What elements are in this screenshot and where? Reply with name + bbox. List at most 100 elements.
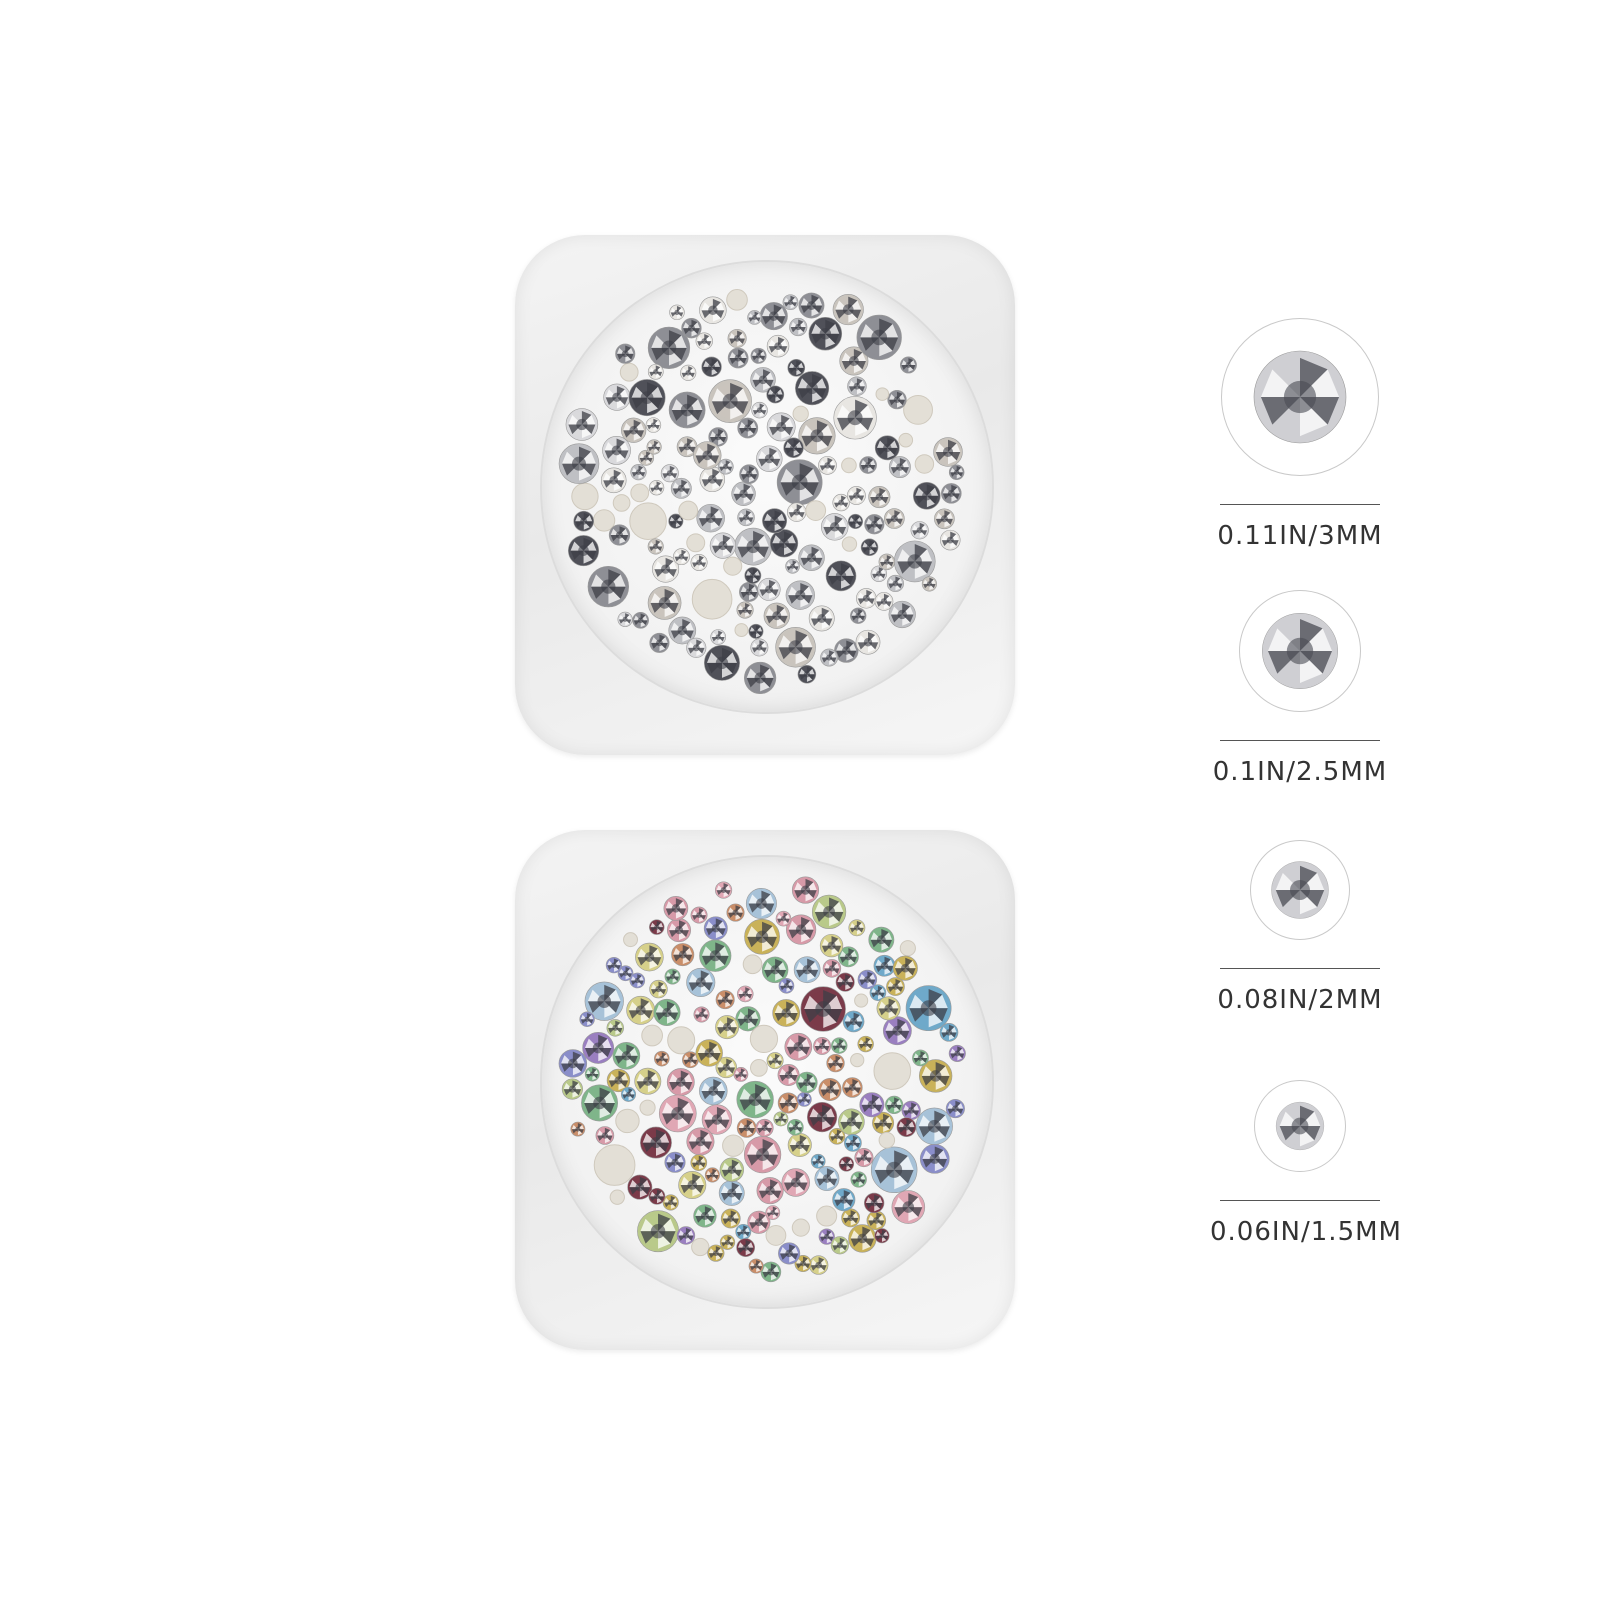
rhinestone bbox=[857, 1035, 874, 1053]
rhinestone bbox=[939, 1022, 959, 1042]
rhinestone bbox=[797, 665, 817, 684]
rhinestone bbox=[699, 939, 732, 972]
rhinestone bbox=[648, 1187, 666, 1205]
rhinestone bbox=[648, 479, 665, 496]
rhinestone bbox=[703, 916, 728, 941]
rhinestone bbox=[842, 1010, 865, 1033]
rhinestone bbox=[710, 629, 727, 645]
rhinestone bbox=[850, 1171, 867, 1188]
rhinestone bbox=[686, 967, 716, 997]
flatback-stone bbox=[734, 623, 749, 638]
rhinestone bbox=[680, 364, 697, 381]
rhinestone bbox=[649, 919, 665, 935]
rhinestone bbox=[811, 894, 847, 929]
rhinestone bbox=[901, 1100, 921, 1121]
rhinestone bbox=[905, 985, 952, 1032]
rhinestone bbox=[783, 437, 804, 458]
rhinestone bbox=[739, 464, 759, 484]
rhinestone bbox=[640, 1126, 672, 1159]
rhinestone bbox=[756, 445, 783, 472]
rhinestone bbox=[612, 1042, 641, 1070]
color-gems-layer bbox=[558, 876, 966, 1283]
rhinestone bbox=[896, 1117, 917, 1137]
flatback-stone bbox=[898, 432, 914, 448]
rhinestone bbox=[1253, 350, 1347, 444]
rhinestone bbox=[888, 600, 916, 629]
gem-illustration bbox=[1262, 613, 1338, 689]
flatback-stone bbox=[723, 556, 743, 576]
rhinestone bbox=[873, 954, 896, 977]
rhinestone bbox=[789, 317, 808, 337]
rhinestone bbox=[737, 508, 755, 527]
rhinestone bbox=[884, 508, 905, 529]
rhinestone bbox=[736, 1238, 756, 1257]
rhinestone bbox=[715, 990, 735, 1010]
rhinestone bbox=[785, 558, 800, 574]
rhinestone bbox=[558, 1049, 588, 1078]
rhinestone bbox=[658, 1094, 697, 1133]
rhinestone bbox=[778, 1242, 801, 1265]
rhinestone bbox=[763, 602, 790, 629]
rhinestone bbox=[673, 548, 690, 566]
rhinestone bbox=[785, 580, 815, 610]
clear-rhinestone-jar bbox=[515, 235, 1015, 755]
rhinestone bbox=[739, 581, 759, 602]
rhinestone bbox=[848, 919, 866, 937]
flatback-stone bbox=[691, 1237, 710, 1257]
rhinestone bbox=[882, 1016, 912, 1046]
rhinestone bbox=[838, 1156, 855, 1172]
rhinestone bbox=[714, 881, 733, 899]
rhinestone bbox=[693, 441, 722, 470]
clear-gems-layer bbox=[558, 289, 965, 695]
rhinestone bbox=[847, 486, 866, 505]
rhinestone bbox=[778, 977, 795, 994]
rhinestone bbox=[874, 592, 894, 611]
rhinestone bbox=[835, 972, 855, 992]
flatback-stone bbox=[691, 578, 733, 620]
rhinestone bbox=[868, 926, 895, 953]
rhinestone bbox=[717, 458, 734, 475]
flatback-stone bbox=[629, 502, 667, 540]
rhinestone bbox=[615, 343, 636, 364]
size-gem-icon bbox=[1239, 590, 1361, 712]
rhinestone bbox=[769, 529, 799, 558]
rhinestone bbox=[654, 1050, 670, 1067]
size-item-3mm: 0.11IN/3MM bbox=[1210, 318, 1390, 551]
rhinestone bbox=[796, 1091, 812, 1107]
rhinestone bbox=[573, 510, 594, 532]
flatback-stone bbox=[593, 1144, 636, 1186]
rhinestone bbox=[806, 1101, 838, 1133]
rhinestone bbox=[1271, 861, 1329, 919]
rhinestone bbox=[647, 363, 664, 380]
rhinestone bbox=[766, 385, 785, 404]
flatback-stone bbox=[841, 536, 858, 552]
flatback-stone bbox=[639, 1099, 656, 1116]
rhinestone bbox=[948, 464, 965, 481]
rhinestone bbox=[859, 1092, 885, 1118]
rhinestone bbox=[860, 538, 879, 557]
rhinestone bbox=[715, 1015, 740, 1040]
rhinestone bbox=[892, 955, 918, 981]
rhinestone bbox=[856, 314, 902, 361]
rhinestone bbox=[876, 996, 901, 1021]
rhinestone bbox=[595, 1126, 615, 1145]
rhinestone bbox=[686, 637, 707, 658]
rhinestone bbox=[814, 1166, 840, 1192]
rhinestone bbox=[747, 310, 762, 325]
flatback-stone bbox=[615, 1108, 640, 1134]
flatback-stone bbox=[686, 533, 706, 553]
rhinestone bbox=[888, 456, 911, 479]
rhinestone bbox=[745, 888, 777, 920]
size-divider bbox=[1220, 1200, 1380, 1201]
rhinestone bbox=[719, 1157, 745, 1182]
flatback-stone bbox=[726, 289, 748, 311]
rhinestone bbox=[818, 1078, 842, 1102]
flatback-stone bbox=[899, 940, 916, 957]
flatback-stone bbox=[873, 1052, 912, 1090]
rhinestone bbox=[649, 632, 670, 653]
rhinestone bbox=[832, 1188, 856, 1212]
rhinestone bbox=[766, 1052, 784, 1070]
rhinestone bbox=[1262, 613, 1338, 689]
rhinestone bbox=[874, 435, 900, 461]
rhinestone bbox=[791, 876, 820, 904]
